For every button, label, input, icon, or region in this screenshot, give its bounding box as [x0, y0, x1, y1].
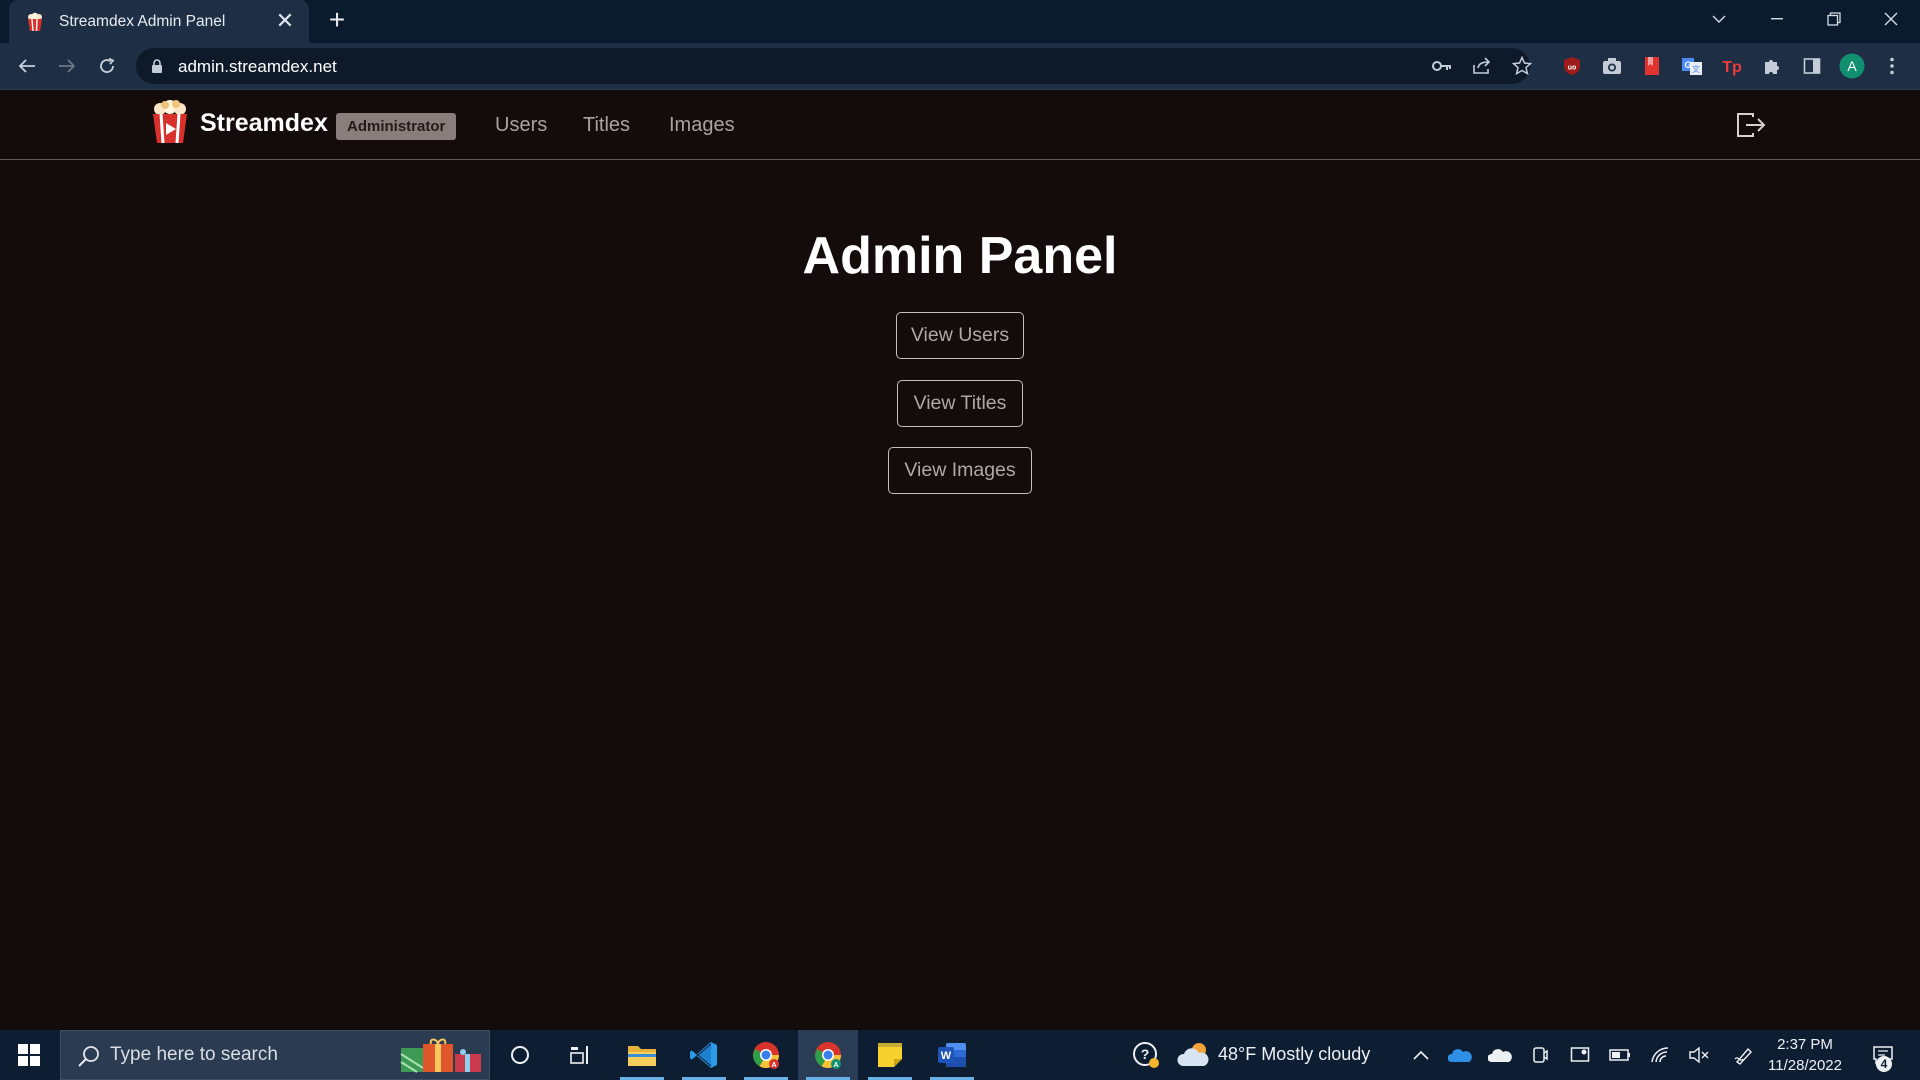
svg-text:文: 文 [1692, 64, 1700, 74]
tab-search-icon[interactable] [1690, 0, 1747, 38]
windows-logo-icon [18, 1044, 40, 1066]
new-tab-button[interactable]: + [322, 6, 352, 36]
wifi-icon[interactable] [1644, 1030, 1676, 1080]
profile-avatar[interactable]: A [1838, 52, 1866, 80]
extensions-puzzle-icon[interactable] [1758, 52, 1786, 80]
tab-close-icon[interactable]: ✕ [274, 9, 296, 33]
translate-extension-icon[interactable]: G文 [1678, 52, 1706, 80]
sticky-notes-icon[interactable] [860, 1030, 920, 1080]
popcorn-favicon-icon [28, 12, 42, 31]
file-explorer-icon[interactable] [612, 1030, 672, 1080]
nav-link-users[interactable]: Users [495, 114, 547, 137]
nav-link-titles[interactable]: Titles [583, 114, 630, 137]
back-icon[interactable] [13, 52, 41, 80]
role-badge: Administrator [336, 113, 457, 140]
red-bookmark-extension-icon[interactable] [1638, 52, 1666, 80]
brand-name[interactable]: Streamdex [200, 109, 328, 138]
tab-title: Streamdex Admin Panel [59, 12, 226, 30]
battery-icon[interactable] [1604, 1030, 1636, 1080]
clock[interactable]: 2:37 PM 11/28/2022 [1760, 1034, 1850, 1076]
more-menu-icon[interactable] [1878, 52, 1906, 80]
minimize-icon[interactable] [1748, 0, 1805, 38]
popcorn-logo-icon[interactable] [150, 100, 190, 144]
bookmark-star-icon[interactable] [1508, 52, 1536, 80]
share-icon[interactable] [1468, 52, 1496, 80]
vscode-icon[interactable] [674, 1030, 734, 1080]
address-bar[interactable]: admin.streamdex.net [136, 48, 1532, 84]
lock-icon [152, 59, 162, 73]
cortana-icon[interactable] [490, 1030, 550, 1080]
meet-now-icon[interactable] [1524, 1030, 1556, 1080]
svg-text:Tp: Tp [1722, 59, 1742, 76]
view-images-button[interactable]: View Images [888, 447, 1032, 494]
svg-text:A: A [771, 1062, 776, 1069]
clock-date: 11/28/2022 [1768, 1057, 1842, 1074]
url-text: admin.streamdex.net [178, 57, 337, 76]
camera-extension-icon[interactable] [1598, 52, 1626, 80]
view-users-button[interactable]: View Users [896, 312, 1024, 359]
clock-time: 2:37 PM [1777, 1036, 1833, 1053]
site-navbar: Streamdex Administrator Users Titles Ima… [0, 90, 1920, 160]
svg-text:W: W [941, 1050, 952, 1062]
key-icon[interactable] [1428, 52, 1456, 80]
search-placeholder: Type here to search [110, 1044, 278, 1065]
weather-text[interactable]: 48°F Mostly cloudy [1218, 1044, 1370, 1065]
reload-icon[interactable] [93, 52, 121, 80]
onedrive-blue-icon[interactable] [1444, 1030, 1476, 1080]
restore-icon[interactable] [1805, 0, 1862, 38]
onedrive-white-icon[interactable] [1484, 1030, 1516, 1080]
display-settings-icon[interactable] [1564, 1030, 1596, 1080]
chrome-active-icon[interactable]: A [798, 1030, 858, 1080]
forward-icon[interactable] [53, 52, 81, 80]
taskbar-search-box[interactable]: Type here to search [60, 1030, 490, 1080]
weather-cloud-icon[interactable] [1174, 1030, 1214, 1080]
start-button[interactable] [0, 1030, 58, 1080]
browser-tabstrip: Streamdex Admin Panel ✕ + [0, 0, 1920, 43]
windows-taskbar: Type here to search A A W ? 48°F Mostly … [0, 1030, 1920, 1080]
browser-tab[interactable]: Streamdex Admin Panel ✕ [9, 0, 309, 43]
svg-text:uo: uo [1568, 65, 1577, 72]
svg-text:G: G [1684, 60, 1691, 70]
side-panel-icon[interactable] [1798, 52, 1826, 80]
view-titles-button[interactable]: View Titles [897, 380, 1023, 427]
notifications-icon[interactable] [1866, 1030, 1900, 1080]
notification-count-badge: 4 [1876, 1056, 1892, 1072]
logout-icon[interactable] [1736, 112, 1766, 138]
word-icon[interactable]: W [922, 1030, 982, 1080]
chrome-icon[interactable]: A [736, 1030, 796, 1080]
volume-muted-icon[interactable] [1684, 1030, 1716, 1080]
task-view-icon[interactable] [550, 1030, 610, 1080]
browser-toolbar: admin.streamdex.net uo G文 Tp A [0, 43, 1920, 89]
help-icon[interactable]: ? [1126, 1030, 1166, 1080]
svg-text:A: A [833, 1062, 838, 1069]
svg-text:?: ? [1141, 1046, 1150, 1062]
page-title: Admin Panel [802, 227, 1118, 285]
nav-link-images[interactable]: Images [669, 114, 735, 137]
holiday-gifts-icon [400, 1038, 481, 1073]
ublock-extension-icon[interactable]: uo [1558, 52, 1586, 80]
profile-initial: A [1847, 58, 1857, 74]
pen-workspace-icon[interactable] [1728, 1030, 1760, 1080]
search-icon [78, 1046, 99, 1067]
tp-extension-icon[interactable]: Tp [1718, 52, 1746, 80]
show-hidden-icons-chevron-icon[interactable] [1406, 1030, 1436, 1080]
close-window-icon[interactable] [1862, 0, 1919, 38]
